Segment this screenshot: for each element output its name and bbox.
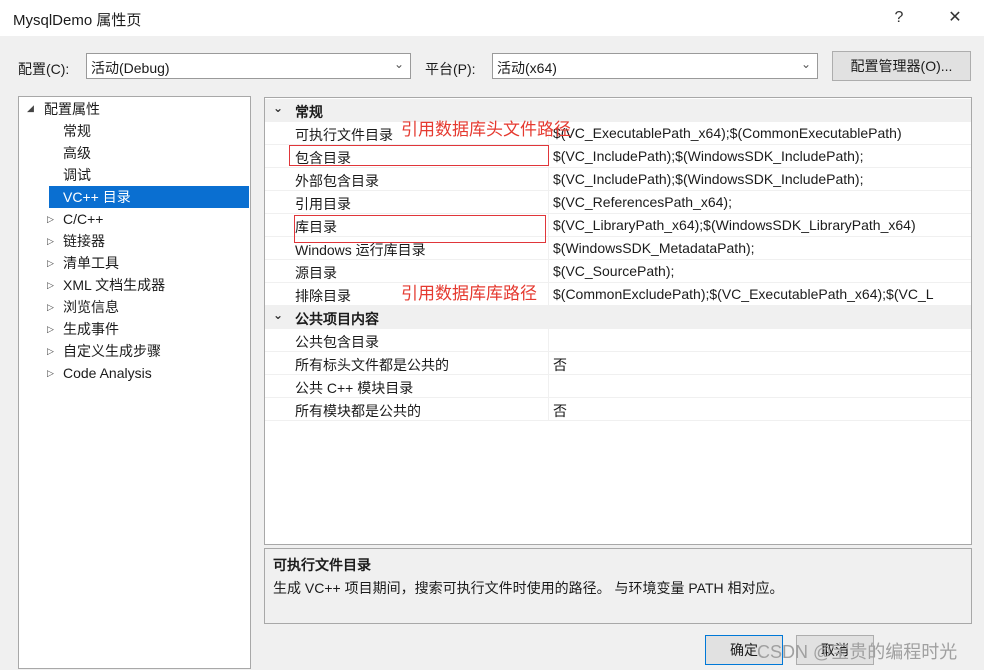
category-public-project-content[interactable]: ⌄ 公共项目内容 <box>265 306 971 329</box>
platform-select-value: 活动(x64) <box>497 60 557 76</box>
property-value[interactable]: $(VC_IncludePath);$(WindowsSDK_IncludePa… <box>553 171 864 187</box>
tree-item-general[interactable]: 常规 <box>63 120 91 142</box>
title-bar <box>0 0 984 36</box>
description-title: 可执行文件目录 <box>273 557 371 573</box>
expand-closed-icon[interactable]: ▷ <box>47 236 54 247</box>
tree-item-advanced[interactable]: 高级 <box>63 142 91 164</box>
annotation-lib-note: 引用数据库库路径 <box>401 284 537 303</box>
expand-closed-icon[interactable]: ▷ <box>47 302 54 313</box>
property-row[interactable]: 公共包含目录 <box>265 329 971 352</box>
property-name: 公共包含目录 <box>295 334 379 350</box>
property-row[interactable]: 所有模块都是公共的 否 <box>265 398 971 421</box>
property-name: 所有标头文件都是公共的 <box>295 357 449 373</box>
config-label: 配置(C): <box>18 61 70 77</box>
column-divider <box>548 398 549 420</box>
category-label: 公共项目内容 <box>295 311 379 327</box>
property-name: 排除目录 <box>295 288 351 304</box>
column-divider <box>548 191 549 213</box>
column-divider <box>548 375 549 397</box>
property-name: 引用目录 <box>295 196 351 212</box>
config-manager-button[interactable]: 配置管理器(O)... <box>832 51 971 81</box>
property-name: Windows 运行库目录 <box>295 242 426 258</box>
expand-closed-icon[interactable]: ▷ <box>47 346 54 357</box>
category-label: 常规 <box>295 104 323 120</box>
highlight-library-dirs-box <box>294 215 546 243</box>
platform-label: 平台(P): <box>425 61 476 77</box>
property-value[interactable]: $(WindowsSDK_MetadataPath); <box>553 240 755 256</box>
expand-closed-icon[interactable]: ▷ <box>47 324 54 335</box>
expand-closed-icon[interactable]: ▷ <box>47 368 54 379</box>
column-divider <box>548 283 549 305</box>
column-divider <box>548 214 549 236</box>
property-value[interactable]: $(VC_ExecutablePath_x64);$(CommonExecuta… <box>553 125 902 141</box>
property-name: 可执行文件目录 <box>295 127 393 143</box>
property-value[interactable]: $(VC_IncludePath);$(WindowsSDK_IncludePa… <box>553 148 864 164</box>
chevron-down-icon: ⌄ <box>393 57 404 71</box>
highlight-include-dirs-box <box>289 145 549 166</box>
property-name: 所有模块都是公共的 <box>295 403 421 419</box>
tree-item-linker[interactable]: 链接器 <box>63 230 105 252</box>
property-value[interactable]: 否 <box>553 355 567 375</box>
tree-item-manifest-tool[interactable]: 清单工具 <box>63 252 119 274</box>
property-row[interactable]: 公共 C++ 模块目录 <box>265 375 971 398</box>
property-row[interactable]: 引用目录 $(VC_ReferencesPath_x64); <box>265 191 971 214</box>
chevron-down-icon: ⌄ <box>800 57 811 71</box>
property-name: 源目录 <box>295 265 337 281</box>
column-divider <box>548 260 549 282</box>
column-divider <box>548 329 549 351</box>
tree-item-c-cpp[interactable]: C/C++ <box>63 208 103 230</box>
platform-select[interactable]: 活动(x64) ⌄ <box>492 53 818 79</box>
property-row[interactable]: 所有标头文件都是公共的 否 <box>265 352 971 375</box>
close-button[interactable]: ✕ <box>940 4 970 32</box>
tree-item-browse-info[interactable]: 浏览信息 <box>63 296 119 318</box>
chevron-down-icon[interactable]: ⌄ <box>273 308 283 322</box>
property-tree: ◢ 配置属性 常规 高级 调试 VC++ 目录 ▷ C/C++ ▷ 链接器 ▷ … <box>18 96 251 669</box>
tree-item-debugging[interactable]: 调试 <box>63 164 91 186</box>
property-value[interactable]: $(VC_LibraryPath_x64);$(WindowsSDK_Libra… <box>553 217 916 233</box>
config-select-value: 活动(Debug) <box>91 60 170 76</box>
property-value[interactable]: $(CommonExcludePath);$(VC_ExecutablePath… <box>553 286 934 302</box>
config-select[interactable]: 活动(Debug) ⌄ <box>86 53 411 79</box>
tree-item-build-events[interactable]: 生成事件 <box>63 318 119 340</box>
tree-item-xml-doc-generator[interactable]: XML 文档生成器 <box>63 274 165 296</box>
description-pane: 可执行文件目录 生成 VC++ 项目期间，搜索可执行文件时使用的路径。 与环境变… <box>264 548 972 624</box>
chevron-down-icon[interactable]: ⌄ <box>273 101 283 115</box>
property-name: 外部包含目录 <box>295 173 379 189</box>
property-row[interactable]: 外部包含目录 $(VC_IncludePath);$(WindowsSDK_In… <box>265 168 971 191</box>
property-row[interactable]: 可执行文件目录 $(VC_ExecutablePath_x64);$(Commo… <box>265 122 971 145</box>
category-general[interactable]: ⌄ 常规 <box>265 99 971 122</box>
property-name: 公共 C++ 模块目录 <box>295 380 414 396</box>
column-divider <box>548 237 549 259</box>
property-value[interactable]: 否 <box>553 401 567 421</box>
tree-item-custom-build-step[interactable]: 自定义生成步骤 <box>63 340 161 362</box>
expand-open-icon[interactable]: ◢ <box>27 103 34 114</box>
help-button[interactable]: ? <box>884 4 914 32</box>
column-divider <box>548 352 549 374</box>
annotation-header-note: 引用数据库头文件路径 <box>401 120 571 139</box>
expand-closed-icon[interactable]: ▷ <box>47 258 54 269</box>
property-row[interactable]: 排除目录 $(CommonExcludePath);$(VC_Executabl… <box>265 283 971 306</box>
property-value[interactable]: $(VC_ReferencesPath_x64); <box>553 194 732 210</box>
tree-item-code-analysis[interactable]: Code Analysis <box>63 362 152 384</box>
tree-item-vc-directories[interactable]: VC++ 目录 <box>49 186 249 208</box>
tree-root-config-properties[interactable]: 配置属性 <box>44 98 100 120</box>
property-grid: ⌄ 常规 可执行文件目录 $(VC_ExecutablePath_x64);$(… <box>264 97 972 545</box>
expand-closed-icon[interactable]: ▷ <box>47 214 54 225</box>
watermark: CSDN @宝贵的编程时光 <box>757 642 958 662</box>
property-value[interactable]: $(VC_SourcePath); <box>553 263 674 279</box>
window-title: MysqlDemo 属性页 <box>13 12 142 29</box>
expand-closed-icon[interactable]: ▷ <box>47 280 54 291</box>
column-divider <box>548 168 549 190</box>
description-text: 生成 VC++ 项目期间，搜索可执行文件时使用的路径。 与环境变量 PATH 相… <box>273 580 784 596</box>
property-row[interactable]: 源目录 $(VC_SourcePath); <box>265 260 971 283</box>
